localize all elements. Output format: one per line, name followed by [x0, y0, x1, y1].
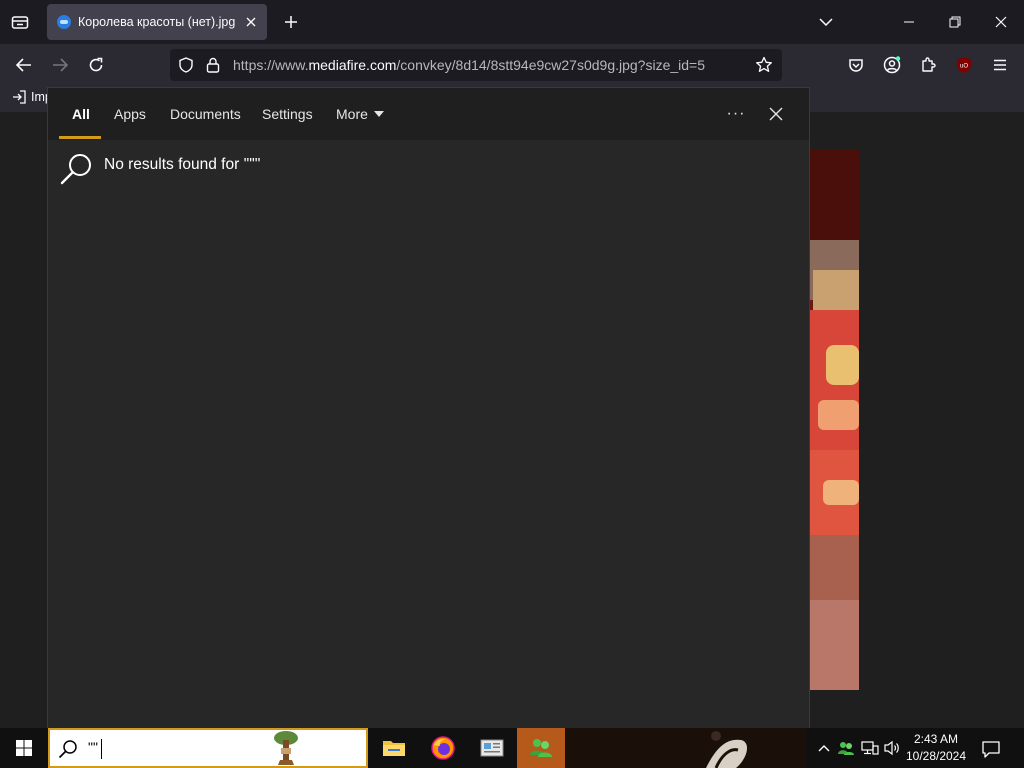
- clock-time: 2:43 AM: [913, 732, 959, 746]
- taskbar-wallpaper-strip: [566, 728, 806, 768]
- url-bar[interactable]: https://www.mediafire.com/convkey/8d14/8…: [170, 49, 782, 81]
- file-explorer-icon: [383, 741, 405, 756]
- search-highlight-tree-icon: [272, 730, 300, 766]
- tab-settings[interactable]: Settings: [262, 88, 313, 140]
- url-path: /convkey/8d14/8stt94e9cw27s0d9g.jpg?size…: [396, 57, 705, 73]
- minimize-button[interactable]: [894, 7, 924, 37]
- forward-button[interactable]: [46, 51, 74, 79]
- taskbar-search-input[interactable]: "": [88, 739, 98, 755]
- browser-tab[interactable]: Королева красоты (нет).jpg (JI: [47, 4, 267, 40]
- app-menu-button[interactable]: [986, 51, 1014, 79]
- tracking-protection-shield[interactable]: [178, 57, 194, 73]
- import-icon: [13, 90, 26, 104]
- network-icon: [861, 741, 879, 755]
- browser-tab-bar: Королева красоты (нет).jpg (JI: [0, 0, 1024, 44]
- url-host: mediafire.com: [308, 57, 397, 73]
- mediafire-favicon-icon: [57, 15, 71, 29]
- tab-documents-label: Documents: [170, 106, 241, 122]
- ublock-icon: uO: [957, 57, 971, 73]
- menu-icon: [994, 59, 1006, 71]
- account-icon: [883, 56, 901, 74]
- tab-more[interactable]: More: [336, 88, 384, 140]
- taskbar: "" 2:43 AM 10/28/2024: [0, 728, 1024, 768]
- plus-icon: [285, 16, 297, 28]
- system-tray: 2:43 AM 10/28/2024: [810, 728, 1024, 768]
- extensions-icon: [922, 57, 936, 72]
- close-icon: [246, 17, 256, 27]
- tab-close-button[interactable]: [243, 14, 259, 30]
- close-icon: [995, 16, 1007, 28]
- restore-icon: [949, 16, 961, 28]
- caret-down-icon: [373, 111, 384, 117]
- tray-people-button[interactable]: [836, 738, 856, 758]
- forward-icon: [53, 58, 68, 72]
- tab-list-button[interactable]: [6, 8, 34, 36]
- windows-search-panel: All Apps Documents Settings More ··· No …: [48, 88, 809, 728]
- reload-button[interactable]: [82, 51, 110, 79]
- reload-icon: [89, 57, 103, 72]
- account-button[interactable]: [878, 51, 906, 79]
- chevron-up-icon: [818, 745, 830, 752]
- back-icon: [16, 58, 31, 72]
- taskbar-firefox[interactable]: [419, 728, 467, 768]
- taskbar-people-app[interactable]: [517, 728, 565, 768]
- tab-all[interactable]: All: [72, 88, 90, 140]
- show-hidden-icons-button[interactable]: [814, 738, 834, 758]
- news-icon: [480, 739, 504, 757]
- close-search-button[interactable]: [764, 102, 788, 126]
- lock-icon: [206, 57, 220, 73]
- close-window-button[interactable]: [986, 7, 1016, 37]
- search-scope-tabs: All Apps Documents Settings More ···: [48, 88, 809, 140]
- star-icon: [756, 56, 772, 72]
- clock-date: 10/28/2024: [905, 749, 967, 763]
- tab-more-label: More: [336, 106, 368, 122]
- windows-logo-icon: [16, 740, 32, 756]
- pocket-button[interactable]: [842, 51, 870, 79]
- url-scheme: https://www.: [233, 57, 309, 73]
- taskbar-file-explorer[interactable]: [370, 728, 418, 768]
- taskbar-clock[interactable]: 2:43 AM 10/28/2024: [896, 731, 976, 765]
- tab-title: Королева красоты (нет).jpg (JI: [78, 15, 239, 29]
- close-icon: [769, 107, 783, 121]
- no-results-message: No results found for '""': [104, 156, 261, 173]
- text-caret: [101, 739, 102, 759]
- tab-documents[interactable]: Documents: [170, 88, 241, 140]
- site-security-lock[interactable]: [206, 57, 220, 73]
- people-icon: [530, 739, 552, 757]
- search-icon: [60, 152, 94, 186]
- list-all-tabs-button[interactable]: [814, 10, 838, 34]
- restore-button[interactable]: [940, 7, 970, 37]
- chevron-down-icon: [819, 18, 833, 26]
- pocket-icon: [849, 59, 863, 72]
- new-tab-button[interactable]: [279, 10, 303, 34]
- shield-icon: [179, 57, 193, 73]
- action-center-button[interactable]: [980, 738, 1002, 760]
- firefox-icon: [431, 736, 455, 760]
- svg-text:uO: uO: [960, 64, 968, 70]
- bookmark-star-button[interactable]: [755, 56, 773, 74]
- network-button[interactable]: [860, 738, 880, 758]
- import-bookmarks-button[interactable]: Imp: [12, 90, 52, 104]
- tab-settings-label: Settings: [262, 106, 313, 122]
- minimize-icon: [904, 21, 914, 23]
- back-button[interactable]: [10, 51, 38, 79]
- more-options-button[interactable]: ···: [724, 102, 748, 126]
- url-text[interactable]: https://www.mediafire.com/convkey/8d14/8…: [233, 57, 705, 73]
- notification-icon: [982, 741, 1000, 758]
- start-button[interactable]: [0, 728, 48, 768]
- people-icon: [838, 742, 854, 755]
- active-tab-indicator: [59, 136, 101, 139]
- tab-apps-label: Apps: [114, 106, 146, 122]
- ublock-origin-button[interactable]: uO: [950, 51, 978, 79]
- tab-list-icon: [11, 16, 29, 29]
- page-photo[interactable]: [808, 150, 859, 690]
- taskbar-search-box[interactable]: "": [48, 728, 368, 768]
- tab-apps[interactable]: Apps: [114, 88, 146, 140]
- search-icon: [58, 739, 78, 759]
- tab-all-label: All: [72, 106, 90, 122]
- taskbar-news-app[interactable]: [468, 728, 516, 768]
- extensions-button[interactable]: [914, 51, 942, 79]
- navigation-toolbar: https://www.mediafire.com/convkey/8d14/8…: [0, 44, 1024, 86]
